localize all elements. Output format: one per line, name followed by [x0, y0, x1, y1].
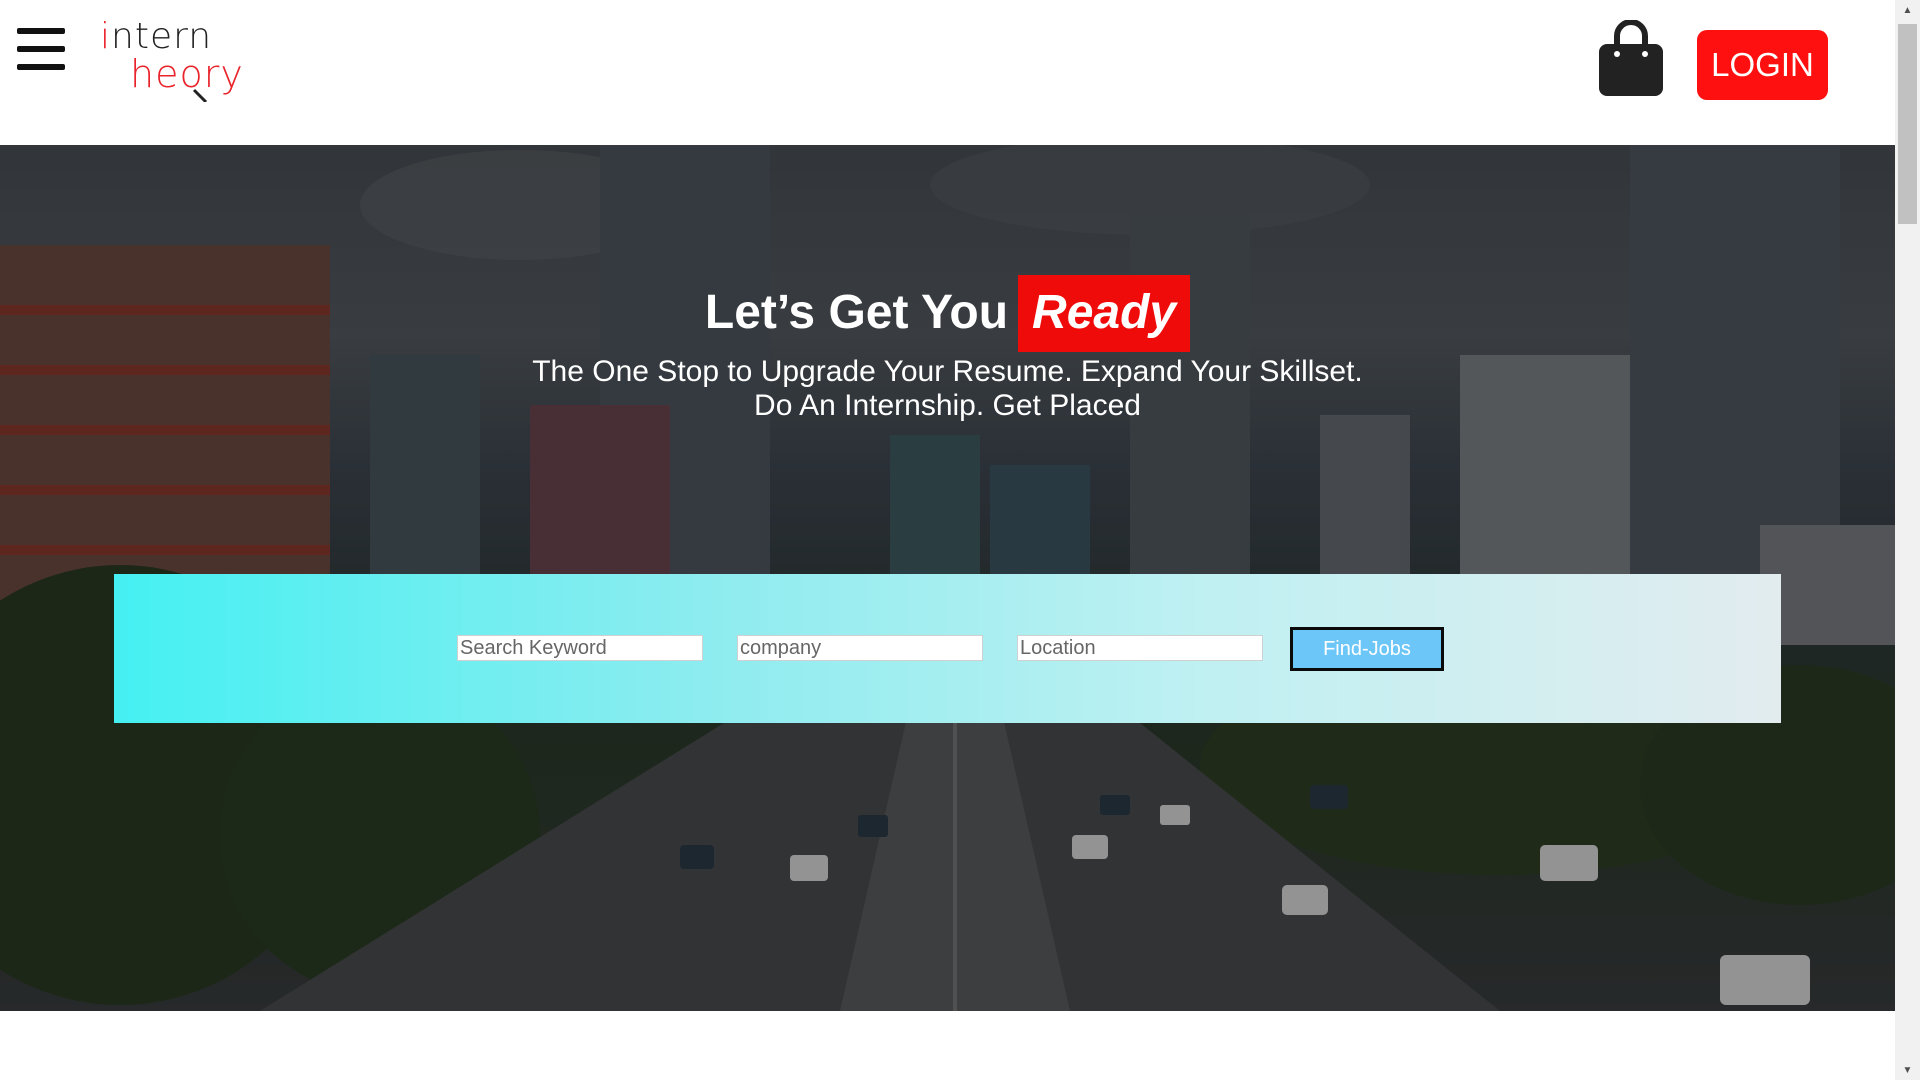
location-input[interactable] [1017, 635, 1263, 661]
shopping-bag-icon[interactable] [1597, 20, 1665, 96]
hero-title-highlight: Ready [1018, 275, 1191, 352]
site-header: intern heory LOGIN [0, 0, 1895, 145]
magnifier-icon [192, 88, 208, 102]
scrollbar-thumb[interactable] [1898, 24, 1917, 224]
scroll-down-arrow-icon[interactable]: ▼ [1895, 1060, 1920, 1080]
hero-title-main: Let’s Get You [704, 286, 1009, 339]
page: intern heory LOGIN Let’s Get You Ready T… [0, 0, 1920, 1080]
intern-theory-logo[interactable]: intern heory [96, 12, 256, 102]
hero-subtitle-line-1: The One Stop to Upgrade Your Resume. Exp… [532, 355, 1363, 388]
company-input[interactable] [737, 635, 983, 661]
hero-banner: Let’s Get You Ready The One Stop to Upgra… [0, 145, 1895, 1011]
find-jobs-button[interactable]: Find-Jobs [1290, 627, 1444, 671]
login-button[interactable]: LOGIN [1697, 30, 1828, 100]
hero-title: Let’s Get You Ready [0, 275, 1895, 352]
page-scrollbar[interactable]: ▲ ▼ [1895, 0, 1920, 1080]
hero-subtitle-line-2: Do An Internship. Get Placed [754, 389, 1141, 422]
job-search-panel: Find-Jobs [114, 574, 1781, 723]
search-keyword-input[interactable] [457, 635, 703, 661]
scroll-up-arrow-icon[interactable]: ▲ [1895, 0, 1920, 20]
hamburger-menu-icon[interactable] [17, 28, 65, 70]
hero-subtitle: The One Stop to Upgrade Your Resume. Exp… [0, 355, 1895, 423]
